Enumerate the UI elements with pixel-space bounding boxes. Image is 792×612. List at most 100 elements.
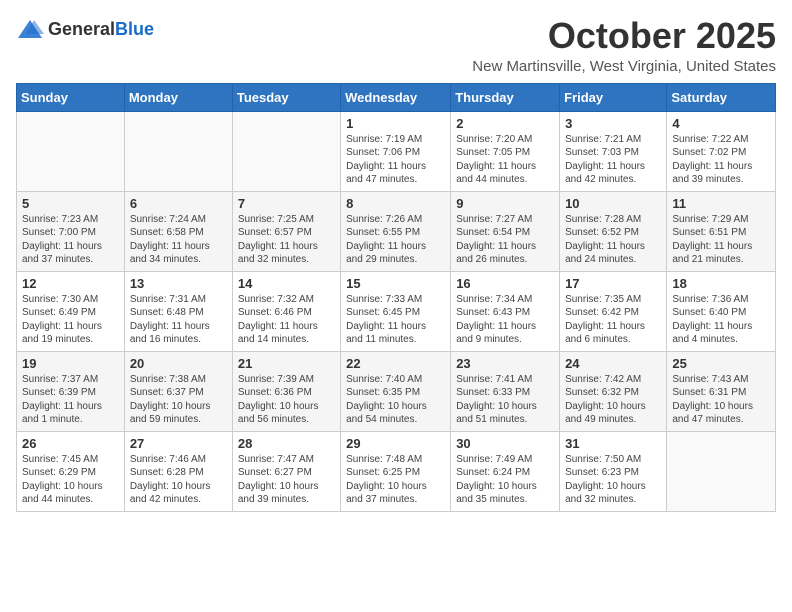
calendar-day-cell: 3 Sunrise: 7:21 AM Sunset: 7:03 PM Daylig… (560, 111, 667, 191)
day-info: Sunrise: 7:37 AM Sunset: 6:39 PM Dayligh… (22, 373, 119, 427)
day-info: Sunrise: 7:47 AM Sunset: 6:27 PM Dayligh… (238, 453, 335, 507)
calendar-week-row: 19 Sunrise: 7:37 AM Sunset: 6:39 PM Dayli… (17, 351, 776, 431)
calendar-day-cell (124, 111, 232, 191)
day-info: Sunrise: 7:23 AM Sunset: 7:00 PM Dayligh… (22, 213, 119, 267)
day-info: Sunrise: 7:41 AM Sunset: 6:33 PM Dayligh… (456, 373, 554, 427)
calendar-day-cell: 9 Sunrise: 7:27 AM Sunset: 6:54 PM Daylig… (451, 191, 560, 271)
day-number: 9 (456, 196, 554, 211)
day-number: 22 (346, 356, 445, 371)
day-number: 1 (346, 116, 445, 131)
calendar-day-cell: 21 Sunrise: 7:39 AM Sunset: 6:36 PM Dayli… (232, 351, 340, 431)
calendar-day-cell: 8 Sunrise: 7:26 AM Sunset: 6:55 PM Daylig… (341, 191, 451, 271)
weekday-header-row: SundayMondayTuesdayWednesdayThursdayFrid… (17, 83, 776, 111)
calendar-day-cell: 24 Sunrise: 7:42 AM Sunset: 6:32 PM Dayli… (560, 351, 667, 431)
day-number: 14 (238, 276, 335, 291)
weekday-header-sunday: Sunday (17, 83, 125, 111)
calendar-day-cell: 16Sunrise: 7:34 AM Sunset: 6:43 PM Dayli… (451, 271, 560, 351)
day-number: 5 (22, 196, 119, 211)
calendar-day-cell: 11Sunrise: 7:29 AM Sunset: 6:51 PM Dayli… (667, 191, 776, 271)
weekday-header-thursday: Thursday (451, 83, 560, 111)
calendar-day-cell (232, 111, 340, 191)
day-number: 6 (130, 196, 227, 211)
day-info: Sunrise: 7:31 AM Sunset: 6:48 PM Dayligh… (130, 293, 227, 347)
day-info: Sunrise: 7:49 AM Sunset: 6:24 PM Dayligh… (456, 453, 554, 507)
logo-icon (16, 16, 44, 44)
title-area: October 2025 New Martinsville, West Virg… (472, 16, 776, 75)
calendar-week-row: 5 Sunrise: 7:23 AM Sunset: 7:00 PM Daylig… (17, 191, 776, 271)
calendar-week-row: 12 Sunrise: 7:30 AM Sunset: 6:49 PM Dayli… (17, 271, 776, 351)
day-number: 31 (565, 436, 661, 451)
day-number: 18 (672, 276, 770, 291)
weekday-header-monday: Monday (124, 83, 232, 111)
day-info: Sunrise: 7:48 AM Sunset: 6:25 PM Dayligh… (346, 453, 445, 507)
day-info: Sunrise: 7:42 AM Sunset: 6:32 PM Dayligh… (565, 373, 661, 427)
calendar-day-cell: 1Sunrise: 7:19 AM Sunset: 7:06 PM Daylig… (341, 111, 451, 191)
calendar-day-cell: 27 Sunrise: 7:46 AM Sunset: 6:28 PM Dayli… (124, 431, 232, 511)
day-info: Sunrise: 7:27 AM Sunset: 6:54 PM Dayligh… (456, 213, 554, 267)
calendar-day-cell: 22 Sunrise: 7:40 AM Sunset: 6:35 PM Dayli… (341, 351, 451, 431)
calendar-day-cell (667, 431, 776, 511)
day-number: 26 (22, 436, 119, 451)
day-number: 23 (456, 356, 554, 371)
day-number: 30 (456, 436, 554, 451)
calendar-day-cell: 20 Sunrise: 7:38 AM Sunset: 6:37 PM Dayli… (124, 351, 232, 431)
calendar-day-cell: 17 Sunrise: 7:35 AM Sunset: 6:42 PM Dayli… (560, 271, 667, 351)
day-info: Sunrise: 7:45 AM Sunset: 6:29 PM Dayligh… (22, 453, 119, 507)
logo: GeneralBlue (16, 16, 154, 44)
day-info: Sunrise: 7:32 AM Sunset: 6:46 PM Dayligh… (238, 293, 335, 347)
calendar-day-cell: 31 Sunrise: 7:50 AM Sunset: 6:23 PM Dayli… (560, 431, 667, 511)
day-number: 8 (346, 196, 445, 211)
calendar-day-cell: 29Sunrise: 7:48 AM Sunset: 6:25 PM Dayli… (341, 431, 451, 511)
day-info: Sunrise: 7:26 AM Sunset: 6:55 PM Dayligh… (346, 213, 445, 267)
day-number: 20 (130, 356, 227, 371)
day-number: 12 (22, 276, 119, 291)
day-info: Sunrise: 7:30 AM Sunset: 6:49 PM Dayligh… (22, 293, 119, 347)
day-number: 4 (672, 116, 770, 131)
weekday-header-wednesday: Wednesday (341, 83, 451, 111)
day-number: 27 (130, 436, 227, 451)
calendar-day-cell: 18 Sunrise: 7:36 AM Sunset: 6:40 PM Dayli… (667, 271, 776, 351)
page-subtitle: New Martinsville, West Virginia, United … (472, 58, 776, 75)
day-number: 11 (672, 196, 770, 211)
day-number: 7 (238, 196, 335, 211)
day-info: Sunrise: 7:43 AM Sunset: 6:31 PM Dayligh… (672, 373, 770, 427)
day-number: 28 (238, 436, 335, 451)
day-number: 17 (565, 276, 661, 291)
day-info: Sunrise: 7:24 AM Sunset: 6:58 PM Dayligh… (130, 213, 227, 267)
page-header: GeneralBlue October 2025 New Martinsvill… (16, 16, 776, 75)
day-number: 10 (565, 196, 661, 211)
calendar-day-cell: 23 Sunrise: 7:41 AM Sunset: 6:33 PM Dayli… (451, 351, 560, 431)
day-info: Sunrise: 7:22 AM Sunset: 7:02 PM Dayligh… (672, 133, 770, 187)
calendar-week-row: 1Sunrise: 7:19 AM Sunset: 7:06 PM Daylig… (17, 111, 776, 191)
day-number: 19 (22, 356, 119, 371)
day-info: Sunrise: 7:46 AM Sunset: 6:28 PM Dayligh… (130, 453, 227, 507)
day-number: 3 (565, 116, 661, 131)
calendar-day-cell: 26 Sunrise: 7:45 AM Sunset: 6:29 PM Dayli… (17, 431, 125, 511)
calendar-day-cell: 19 Sunrise: 7:37 AM Sunset: 6:39 PM Dayli… (17, 351, 125, 431)
calendar-day-cell: 6 Sunrise: 7:24 AM Sunset: 6:58 PM Daylig… (124, 191, 232, 271)
day-info: Sunrise: 7:39 AM Sunset: 6:36 PM Dayligh… (238, 373, 335, 427)
calendar-day-cell: 4 Sunrise: 7:22 AM Sunset: 7:02 PM Daylig… (667, 111, 776, 191)
day-info: Sunrise: 7:28 AM Sunset: 6:52 PM Dayligh… (565, 213, 661, 267)
day-info: Sunrise: 7:21 AM Sunset: 7:03 PM Dayligh… (565, 133, 661, 187)
day-info: Sunrise: 7:40 AM Sunset: 6:35 PM Dayligh… (346, 373, 445, 427)
calendar-day-cell: 7Sunrise: 7:25 AM Sunset: 6:57 PM Daylig… (232, 191, 340, 271)
calendar-day-cell (17, 111, 125, 191)
calendar-week-row: 26 Sunrise: 7:45 AM Sunset: 6:29 PM Dayli… (17, 431, 776, 511)
day-info: Sunrise: 7:35 AM Sunset: 6:42 PM Dayligh… (565, 293, 661, 347)
calendar-day-cell: 2Sunrise: 7:20 AM Sunset: 7:05 PM Daylig… (451, 111, 560, 191)
calendar-table: SundayMondayTuesdayWednesdayThursdayFrid… (16, 83, 776, 512)
day-info: Sunrise: 7:36 AM Sunset: 6:40 PM Dayligh… (672, 293, 770, 347)
day-number: 24 (565, 356, 661, 371)
day-number: 15 (346, 276, 445, 291)
calendar-day-cell: 13Sunrise: 7:31 AM Sunset: 6:48 PM Dayli… (124, 271, 232, 351)
day-number: 21 (238, 356, 335, 371)
day-info: Sunrise: 7:38 AM Sunset: 6:37 PM Dayligh… (130, 373, 227, 427)
day-info: Sunrise: 7:20 AM Sunset: 7:05 PM Dayligh… (456, 133, 554, 187)
calendar-day-cell: 5 Sunrise: 7:23 AM Sunset: 7:00 PM Daylig… (17, 191, 125, 271)
weekday-header-tuesday: Tuesday (232, 83, 340, 111)
calendar-day-cell: 15Sunrise: 7:33 AM Sunset: 6:45 PM Dayli… (341, 271, 451, 351)
calendar-day-cell: 12 Sunrise: 7:30 AM Sunset: 6:49 PM Dayli… (17, 271, 125, 351)
day-number: 16 (456, 276, 554, 291)
day-info: Sunrise: 7:50 AM Sunset: 6:23 PM Dayligh… (565, 453, 661, 507)
